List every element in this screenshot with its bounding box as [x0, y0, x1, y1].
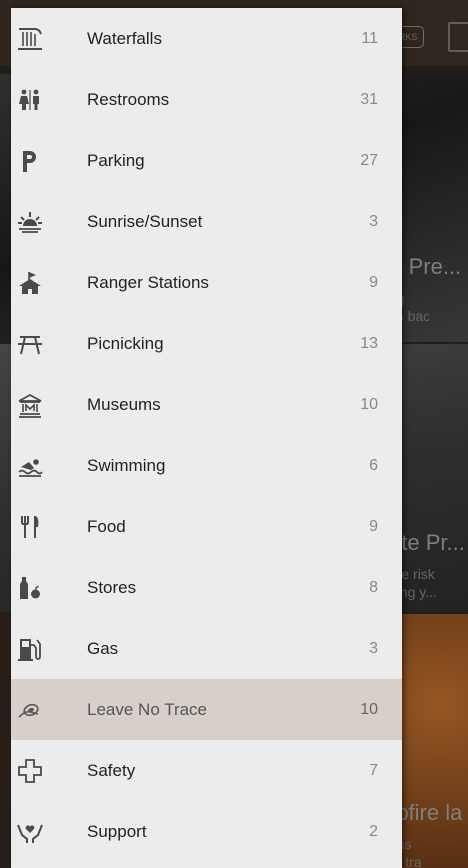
- drawer-item-count: 8: [369, 578, 378, 596]
- safety-cross-icon: [17, 758, 43, 784]
- gas-pump-icon: [17, 636, 43, 662]
- fork-knife-icon: [17, 514, 43, 540]
- drawer-item-count: 2: [369, 822, 378, 840]
- drawer-item-label: Waterfalls: [87, 28, 162, 48]
- support-hands-heart-icon: [17, 819, 43, 845]
- drawer-item-stores[interactable]: Stores 8: [11, 557, 402, 618]
- drawer-item-museums[interactable]: Museums 10: [11, 374, 402, 435]
- drawer-item-count: 6: [369, 456, 378, 474]
- drawer-item-count: 3: [369, 639, 378, 657]
- drawer-item-count: 3: [369, 212, 378, 230]
- drawer-item-count: 7: [369, 761, 378, 779]
- picnic-table-icon: [17, 331, 43, 357]
- drawer-item-label: Safety: [87, 760, 136, 780]
- drawer-item-label: Restrooms: [87, 89, 170, 109]
- drawer-item-label: Parking: [87, 150, 145, 170]
- drawer-item-support[interactable]: Support 2: [11, 801, 402, 862]
- drawer-item-food[interactable]: Food 9: [11, 496, 402, 557]
- drawer-item-label: Stores: [87, 577, 137, 597]
- drawer-item-waterfalls[interactable]: Waterfalls 11: [11, 8, 402, 69]
- drawer-item-label: Swimming: [87, 455, 166, 475]
- drawer-item-label: Picnicking: [87, 333, 164, 353]
- drawer-item-count: 11: [361, 29, 378, 47]
- drawer-item-count: 10: [360, 395, 378, 413]
- sunrise-icon: [17, 209, 43, 235]
- drawer-item-label: Food: [87, 516, 126, 536]
- drawer-item-count: 10: [360, 700, 378, 718]
- drawer-item-swimming[interactable]: Swimming 6: [11, 435, 402, 496]
- drawer-item-label: Sunrise/Sunset: [87, 211, 203, 231]
- restroom-icon: [17, 87, 43, 113]
- museum-icon: [17, 392, 43, 418]
- navigation-drawer: Waterfalls 11 Restrooms 31 Parking 27 Su…: [11, 8, 402, 868]
- swimmer-icon: [17, 453, 43, 479]
- drawer-item-label: Ranger Stations: [87, 272, 209, 292]
- drawer-item-restrooms[interactable]: Restrooms 31: [11, 69, 402, 130]
- drawer-item-count: 27: [360, 151, 378, 169]
- drawer-item-leave-no-trace[interactable]: Leave No Trace 10: [11, 679, 402, 740]
- drawer-item-label: Support: [87, 821, 147, 841]
- drawer-item-safety[interactable]: Safety 7: [11, 740, 402, 801]
- drawer-item-sunrise-sunset[interactable]: Sunrise/Sunset 3: [11, 191, 402, 252]
- drawer-item-count: 31: [360, 90, 378, 108]
- drawer-item-picnicking[interactable]: Picnicking 13: [11, 313, 402, 374]
- drawer-item-gas[interactable]: Gas 3: [11, 618, 402, 679]
- drawer-item-count: 13: [360, 334, 378, 352]
- drawer-item-count: 9: [369, 517, 378, 535]
- drawer-item-ranger-stations[interactable]: Ranger Stations 9: [11, 252, 402, 313]
- drawer-item-label: Gas: [87, 638, 119, 658]
- store-icon: [17, 575, 43, 601]
- drawer-item-parking[interactable]: Parking 27: [11, 130, 402, 191]
- leave-no-trace-icon: [17, 697, 43, 723]
- waterfall-icon: [17, 26, 43, 52]
- drawer-item-count: 9: [369, 273, 378, 291]
- drawer-item-label: Museums: [87, 394, 161, 414]
- ranger-station-icon: [17, 270, 43, 296]
- parking-icon: [17, 148, 43, 174]
- drawer-item-label: Leave No Trace: [87, 699, 208, 719]
